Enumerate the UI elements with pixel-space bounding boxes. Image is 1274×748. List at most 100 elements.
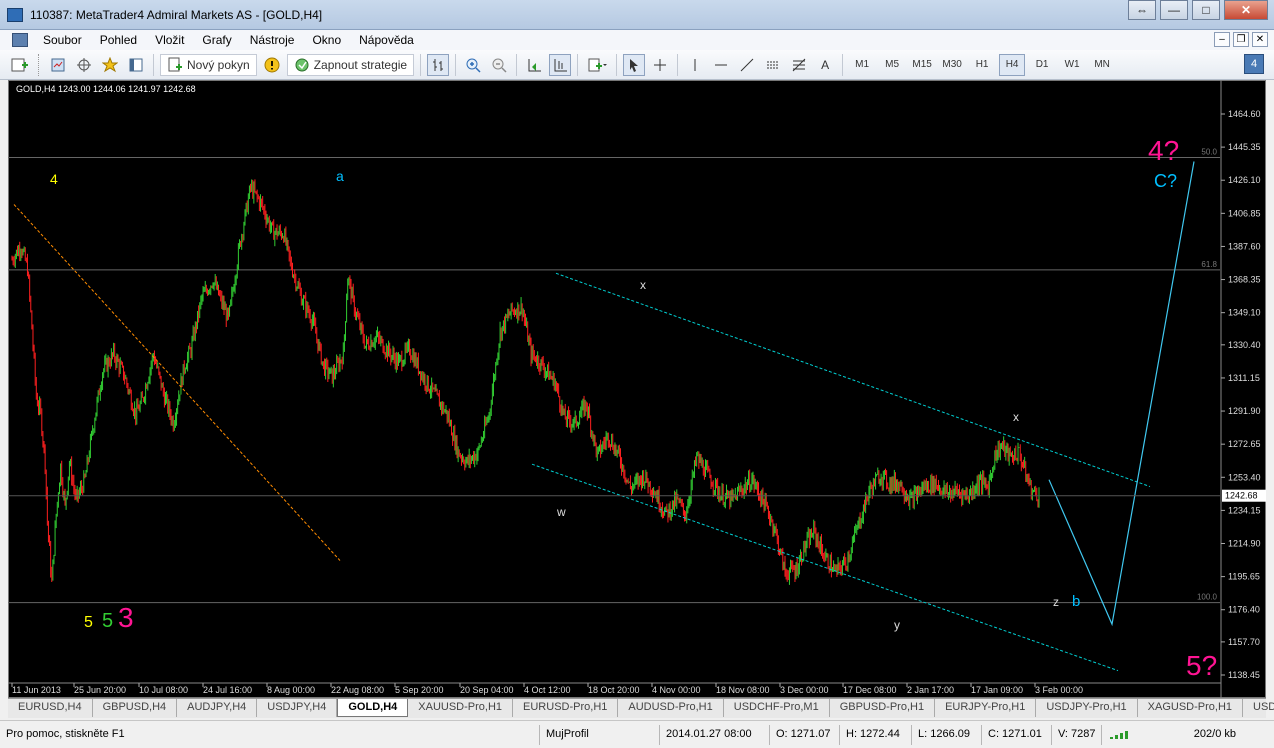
elliott-wave-label: 5 — [84, 614, 93, 631]
profiles-icon[interactable] — [47, 54, 69, 76]
menu-tools[interactable]: Nástroje — [241, 33, 304, 47]
fibonacci-level-label: 100.0 — [1197, 593, 1218, 602]
vertical-line-icon[interactable] — [684, 54, 706, 76]
price-axis-label: 1272.65 — [1228, 439, 1261, 449]
time-axis-label: 5 Sep 20:00 — [395, 685, 444, 695]
timeframe-d1[interactable]: D1 — [1029, 54, 1055, 76]
timeframe-mn[interactable]: MN — [1089, 54, 1115, 76]
menu-charts[interactable]: Grafy — [193, 33, 240, 47]
price-axis-label: 1349.10 — [1228, 308, 1261, 318]
maximize-button[interactable]: □ — [1192, 0, 1220, 20]
crosshair-navigator-icon[interactable] — [73, 54, 95, 76]
main-toolbar: Nový pokyn Zapnout strategie A M1 M5 M15… — [0, 50, 1274, 80]
mdi-close-button[interactable]: ✕ — [1252, 32, 1268, 47]
tab-usdcad[interactable]: USDCAI — [1243, 699, 1274, 717]
tab-audusd-pro-h1[interactable]: AUDUSD-Pro,H1 — [618, 699, 724, 717]
fibonacci-icon[interactable] — [788, 54, 810, 76]
elliott-wave-label: b — [1072, 593, 1080, 610]
menu-view[interactable]: Pohled — [91, 33, 146, 47]
time-axis-label: 3 Feb 00:00 — [1035, 685, 1083, 695]
bar-chart-icon[interactable] — [427, 53, 450, 76]
timeframe-h4[interactable]: H4 — [999, 53, 1026, 76]
status-datetime: 2014.01.27 08:00 — [660, 724, 770, 745]
status-high: H: 1272.44 — [840, 724, 912, 745]
price-axis-label: 1406.85 — [1228, 208, 1261, 218]
time-axis-label: 4 Nov 00:00 — [652, 685, 701, 695]
new-order-button[interactable]: Nový pokyn — [160, 53, 257, 76]
price-axis-label: 1291.90 — [1228, 406, 1261, 416]
new-order-icon — [168, 57, 182, 71]
zoom-in-icon[interactable] — [462, 54, 484, 76]
horizontal-line-icon[interactable] — [710, 54, 732, 76]
zoom-out-icon[interactable] — [488, 54, 510, 76]
projected-wave-path — [1048, 161, 1195, 627]
tab-gbpusd-pro-h1[interactable]: GBPUSD-Pro,H1 — [830, 699, 936, 717]
status-bar: Pro pomoc, stiskněte F1 MujProfil 2014.0… — [0, 720, 1274, 748]
tab-usdjpy-h4[interactable]: USDJPY,H4 — [257, 699, 338, 717]
text-tool-icon[interactable]: A — [814, 54, 836, 76]
tab-xauusd-pro-h1[interactable]: XAUUSD-Pro,H1 — [408, 699, 514, 717]
time-axis-label: 11 Jun 2013 — [12, 685, 61, 695]
tab-usdjpy-pro-h1[interactable]: USDJPY-Pro,H1 — [1036, 699, 1138, 717]
elliott-wave-label: 5? — [1186, 650, 1217, 681]
new-chart-icon[interactable] — [8, 54, 32, 76]
menu-window[interactable]: Okno — [303, 33, 350, 47]
tab-gbpusd-h4[interactable]: GBPUSD,H4 — [93, 699, 178, 717]
timeframe-m1[interactable]: M1 — [849, 54, 875, 76]
time-axis-label: 10 Jul 08:00 — [139, 685, 188, 695]
timeframe-m15[interactable]: M15 — [909, 54, 935, 76]
elliott-wave-label: w — [556, 505, 566, 519]
timeframe-w1[interactable]: W1 — [1059, 54, 1085, 76]
cursor-tool-icon[interactable] — [623, 53, 646, 76]
menu-help[interactable]: Nápověda — [350, 33, 423, 47]
status-open: O: 1271.07 — [770, 724, 840, 745]
menu-file[interactable]: Soubor — [34, 33, 91, 47]
status-close: C: 1271.01 — [982, 724, 1052, 745]
tab-xagusd-pro-h1[interactable]: XAGUSD-Pro,H1 — [1138, 699, 1244, 717]
mdi-minimize-button[interactable]: – — [1214, 32, 1230, 47]
symbol-tab-bar: EURUSD,H4 GBPUSD,H4 AUDJPY,H4 USDJPY,H4 … — [8, 698, 1274, 718]
terminal-window-icon[interactable] — [125, 54, 147, 76]
crosshair-tool-icon[interactable] — [649, 54, 671, 76]
mdi-restore-button[interactable]: ❐ — [1233, 32, 1249, 47]
tab-eurusd-pro-h1[interactable]: EURUSD-Pro,H1 — [513, 699, 619, 717]
indicators-icon[interactable] — [584, 54, 610, 76]
tab-eurusd-h4[interactable]: EURUSD,H4 — [8, 699, 93, 717]
menu-insert[interactable]: Vložit — [146, 33, 193, 47]
elliott-wave-label: a — [336, 168, 344, 184]
timeframe-h1[interactable]: H1 — [969, 54, 995, 76]
time-axis-label: 4 Oct 12:00 — [524, 685, 571, 695]
autotrading-icon — [295, 58, 309, 71]
restore-size-button[interactable]: ⇔ — [1128, 0, 1156, 20]
chart-window-icon[interactable] — [12, 33, 28, 47]
warning-icon[interactable] — [261, 54, 283, 76]
tab-audjpy-h4[interactable]: AUDJPY,H4 — [177, 699, 258, 717]
tab-usdchf-pro-m1[interactable]: USDCHF-Pro,M1 — [724, 699, 830, 717]
channel-lower-line — [531, 463, 1119, 672]
price-axis-label: 1387.60 — [1228, 241, 1261, 251]
window-title: 110387: MetaTrader4 Admiral Markets AS -… — [30, 8, 323, 22]
notifications-icon[interactable]: 4 — [1244, 54, 1264, 74]
autotrading-button[interactable]: Zapnout strategie — [286, 53, 415, 76]
auto-scroll-icon[interactable] — [549, 53, 572, 76]
time-axis-label: 17 Jan 09:00 — [971, 685, 1023, 695]
timeframe-m5[interactable]: M5 — [879, 54, 905, 76]
channel-icon[interactable] — [762, 54, 784, 76]
elliott-wave-label: 5 — [102, 610, 113, 632]
tab-gold-h4[interactable]: GOLD,H4 — [337, 699, 409, 717]
time-axis-label: 22 Aug 08:00 — [331, 685, 384, 695]
close-button[interactable]: ✕ — [1224, 0, 1268, 20]
price-axis-label: 1138.45 — [1228, 670, 1260, 680]
chart-shift-icon[interactable] — [523, 54, 545, 76]
favorites-star-icon[interactable] — [99, 54, 121, 76]
price-axis-label: 1157.70 — [1228, 637, 1260, 647]
tab-eurjpy-pro-h1[interactable]: EURJPY-Pro,H1 — [935, 699, 1037, 717]
gold-h4-chart[interactable]: 1464.60 1445.35 1426.10 1406.85 1387.60 1368.… — [8, 80, 1266, 698]
elliott-wave-label: z — [1053, 595, 1059, 609]
title-bar: 110387: MetaTrader4 Admiral Markets AS -… — [0, 0, 1274, 30]
minimize-button[interactable]: — — [1160, 0, 1188, 20]
status-help-text: Pro pomoc, stiskněte F1 — [0, 724, 540, 745]
trendline-icon[interactable] — [736, 54, 758, 76]
timeframe-m30[interactable]: M30 — [939, 54, 965, 76]
price-axis-label: 1426.10 — [1228, 175, 1261, 185]
